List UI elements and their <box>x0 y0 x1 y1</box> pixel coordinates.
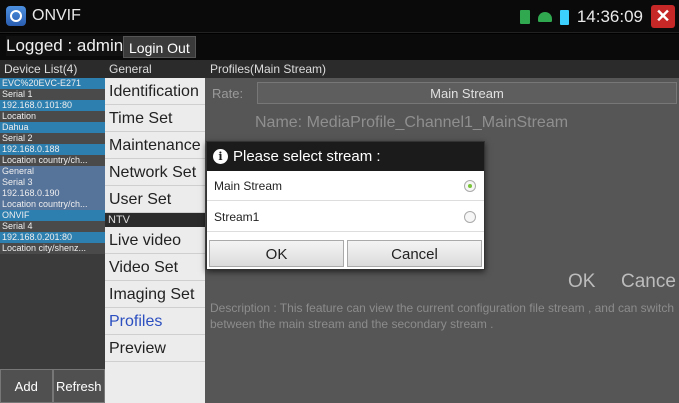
device-info-line: Serial 2 <box>0 133 105 144</box>
general-header: General <box>109 62 152 76</box>
device-info-line: 192.168.0.190 <box>0 188 105 199</box>
device-info-line: Serial 4 <box>0 221 105 232</box>
device-info-line: Location city/shenz... <box>0 243 105 254</box>
profile-name: Name: MediaProfile_Channel1_MainStream <box>255 114 569 131</box>
add-device-button[interactable]: Add <box>0 369 53 403</box>
device-list-header: Device List(4) <box>4 62 78 76</box>
menu-item-network-set[interactable]: Network Set <box>105 159 205 186</box>
device-info-line: EVC%20EVC-E271 <box>0 78 105 89</box>
device-info-line: 192.168.0.101:80 <box>0 100 105 111</box>
device-item[interactable]: ONVIF Serial 4 192.168.0.201:80 Location ci… <box>0 210 105 254</box>
menu-separator-ntv: NTV <box>105 213 205 227</box>
menu-item-live-video[interactable]: Live video <box>105 227 205 254</box>
device-info-line: Location <box>0 111 105 122</box>
menu-item-maintenance[interactable]: Maintenance <box>105 132 205 159</box>
radio-selected-icon[interactable] <box>464 180 476 192</box>
stream-option-main[interactable]: Main Stream <box>207 171 484 201</box>
app-title: ONVIF <box>32 7 81 24</box>
menu-item-time-set[interactable]: Time Set <box>105 105 205 132</box>
dialog-buttons: OK Cancel <box>207 240 484 269</box>
signal-icon <box>519 10 530 24</box>
device-info-line: Dahua <box>0 122 105 133</box>
section-headers: Device List(4) General Profiles(Main Str… <box>0 60 679 78</box>
rate-label: Rate: <box>212 86 244 101</box>
clock: 14:36:09 <box>576 7 643 26</box>
dialog-cancel-button[interactable]: Cancel <box>347 240 482 267</box>
dialog-title: i Please select stream : <box>207 142 484 171</box>
menu-item-imaging-set[interactable]: Imaging Set <box>105 281 205 308</box>
menu-item-profiles[interactable]: Profiles <box>105 308 205 335</box>
profiles-header: Profiles(Main Stream) <box>210 62 327 76</box>
menu-item-user-set[interactable]: User Set <box>105 186 205 213</box>
settings-menu: Identification Time Set Maintenance Network… <box>105 78 205 403</box>
device-item[interactable]: General Serial 3 192.168.0.190 Location cou… <box>0 166 105 210</box>
ok-button[interactable]: OK <box>568 271 595 293</box>
device-item[interactable]: Dahua Serial 2 192.168.0.188 Location count… <box>0 122 105 166</box>
device-info-line: 192.168.0.201:80 <box>0 232 105 243</box>
wifi-icon <box>537 12 552 22</box>
device-info-line: 192.168.0.188 <box>0 144 105 155</box>
logged-in-label: Logged : admin <box>6 36 124 56</box>
menu-item-video-set[interactable]: Video Set <box>105 254 205 281</box>
dialog-title-text: Please select stream : <box>233 148 381 165</box>
device-list: EVC%20EVC-E271 Serial 1 192.168.0.101:80 Lo… <box>0 78 105 403</box>
device-info-line: Location country/ch... <box>0 155 105 166</box>
onvif-app-icon <box>6 6 26 26</box>
refresh-button[interactable]: Refresh <box>52 369 105 403</box>
stream-option-label: Main Stream <box>214 179 283 193</box>
title-bar: ONVIF 14:36:09 ✕ <box>0 0 679 33</box>
device-list-footer: Add Refresh <box>0 369 105 403</box>
device-info-line: ONVIF <box>0 210 105 221</box>
device-info-line: Serial 3 <box>0 177 105 188</box>
login-row: Logged : admin Login Out <box>0 34 679 60</box>
status-area: 14:36:09 <box>519 7 643 26</box>
description-text: Description : This feature can view the … <box>210 301 674 331</box>
dialog-ok-button[interactable]: OK <box>209 240 344 267</box>
device-info-line: General <box>0 166 105 177</box>
device-item[interactable]: EVC%20EVC-E271 Serial 1 192.168.0.101:80 Lo… <box>0 78 105 122</box>
logout-button[interactable]: Login Out <box>123 36 196 58</box>
radio-unselected-icon[interactable] <box>464 211 476 223</box>
menu-item-identification[interactable]: Identification <box>105 78 205 105</box>
rate-select[interactable]: Main Stream <box>257 82 677 104</box>
info-icon: i <box>213 149 228 164</box>
cancel-button[interactable]: Cance <box>621 271 676 293</box>
select-stream-dialog: i Please select stream : Main Stream Str… <box>206 141 485 270</box>
battery-icon <box>559 9 569 25</box>
device-info-line: Location country/ch... <box>0 199 105 210</box>
menu-item-preview[interactable]: Preview <box>105 335 205 362</box>
stream-option-label: Stream1 <box>214 210 260 224</box>
stream-option-stream1[interactable]: Stream1 <box>207 202 484 232</box>
device-info-line: Serial 1 <box>0 89 105 100</box>
close-button[interactable]: ✕ <box>651 5 675 28</box>
